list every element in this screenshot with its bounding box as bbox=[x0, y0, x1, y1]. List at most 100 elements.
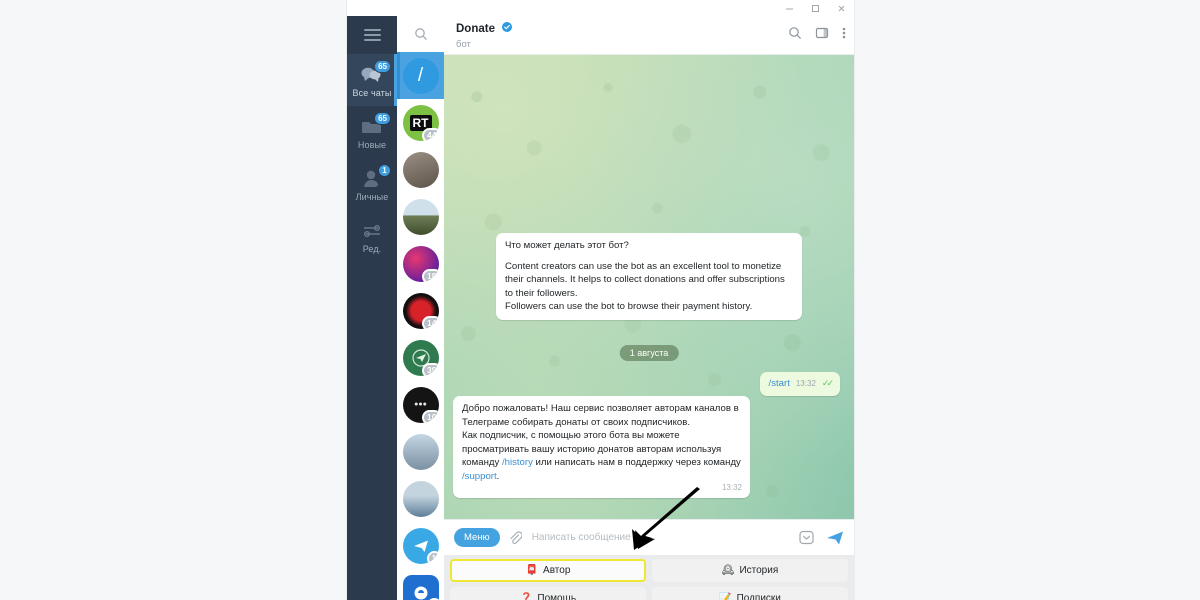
page-title: Donate bbox=[456, 22, 495, 35]
list-item[interactable]: ●●● 10 bbox=[397, 381, 444, 428]
support-command-link[interactable]: /support bbox=[462, 471, 497, 482]
intro-line-3: to their followers. bbox=[505, 287, 578, 299]
list-item[interactable] bbox=[397, 146, 444, 193]
message-input[interactable] bbox=[529, 531, 791, 544]
message-time: 13:32 bbox=[795, 379, 816, 388]
welcome-line-3: Как подписчик, с помощью этого бота вы м… bbox=[462, 430, 680, 442]
message-bubble-welcome[interactable]: Добро пожаловать! Наш сервис позволяет а… bbox=[453, 396, 750, 498]
badge-count: 39 bbox=[422, 362, 439, 376]
search-icon[interactable] bbox=[788, 26, 802, 45]
chats-icon: 65 bbox=[360, 60, 391, 86]
window-titlebar bbox=[347, 0, 854, 16]
intro-question: Что может делать этот бот? bbox=[505, 240, 629, 251]
sidebar-item-label: Ред. bbox=[362, 244, 382, 254]
keyboard-row: 📮 Автор 🕰 История bbox=[450, 559, 848, 582]
reply-keyboard: 📮 Автор 🕰 История ❓ Помощь 📝 Подписки bbox=[444, 555, 854, 600]
keyboard-button-label: Автор bbox=[543, 565, 571, 576]
postbox-emoji: 📮 bbox=[525, 564, 539, 576]
bot-menu-button[interactable]: Меню bbox=[454, 528, 500, 547]
avatar: / bbox=[402, 57, 439, 94]
send-icon[interactable] bbox=[826, 530, 844, 546]
memo-emoji: 📝 bbox=[719, 592, 732, 600]
search-icon[interactable] bbox=[397, 16, 444, 52]
welcome-line-end: . bbox=[496, 471, 500, 483]
sliders-icon bbox=[360, 220, 384, 242]
keyboard-row: ❓ Помощь 📝 Подписки bbox=[450, 587, 848, 600]
keyboard-button-label: История bbox=[739, 565, 779, 576]
close-icon[interactable] bbox=[828, 0, 854, 16]
keyboard-button-history[interactable]: 🕰 История bbox=[652, 559, 848, 582]
sidebar-item-all-chats[interactable]: 65 Все чаты bbox=[347, 54, 397, 106]
badge-count: 44 bbox=[422, 127, 439, 141]
avatar: 18 bbox=[402, 245, 439, 282]
verified-badge-icon bbox=[502, 20, 513, 37]
keyboard-button-label: Помощь bbox=[537, 593, 577, 600]
paperclip-icon[interactable] bbox=[508, 530, 522, 545]
badge-count: 1 bbox=[426, 550, 439, 564]
list-item[interactable]: 14 bbox=[397, 287, 444, 334]
list-item[interactable] bbox=[397, 193, 444, 240]
history-command-link[interactable]: /history bbox=[502, 457, 533, 468]
screen: 65 Все чаты 65 Новые 1 Личные Ред. / RT … bbox=[0, 0, 1200, 600]
welcome-line-1: Добро пожаловать! Наш сервис позволяет а… bbox=[462, 403, 739, 414]
keyboard-button-author[interactable]: 📮 Автор bbox=[450, 559, 646, 582]
chat-list[interactable]: / RT 44 18 14 39 ●●● 10 1 bbox=[397, 16, 444, 600]
welcome-line-5-mid: или написать нам в поддержку через коман… bbox=[532, 457, 741, 469]
avatar: 14 bbox=[402, 292, 439, 329]
welcome-line-2: Телеграме собирать донаты от своих подпи… bbox=[462, 416, 691, 428]
avatar bbox=[402, 433, 439, 470]
intro-line-4: Followers can use the bot to browse thei… bbox=[505, 301, 753, 313]
badge-count: 10 bbox=[422, 409, 439, 423]
intro-line-2: their channels. It helps to collect dona… bbox=[505, 274, 785, 286]
outgoing-text[interactable]: /start bbox=[769, 377, 790, 391]
avatar: 1 bbox=[402, 527, 439, 564]
list-item[interactable] bbox=[397, 428, 444, 475]
chat-title-block: Donate бот bbox=[456, 20, 788, 49]
avatar bbox=[402, 480, 439, 517]
message-time: 13:32 bbox=[721, 483, 742, 493]
avatar: 39 bbox=[402, 339, 439, 376]
keyboard-button-help[interactable]: ❓ Помощь bbox=[450, 587, 646, 600]
emoji-icon[interactable] bbox=[799, 530, 814, 545]
sidebar-item-label: Новые bbox=[357, 140, 387, 150]
message-area[interactable]: Что может делать этот бот? Content creat… bbox=[444, 55, 854, 519]
chat-subtitle: бот bbox=[456, 38, 471, 50]
avatar: RT 44 bbox=[402, 104, 439, 141]
sidebar-item-label: Все чаты bbox=[352, 88, 392, 98]
person-icon: 1 bbox=[360, 164, 391, 190]
list-item[interactable]: 7 bbox=[397, 569, 444, 600]
list-item[interactable]: 39 bbox=[397, 334, 444, 381]
sidebar-item-personal[interactable]: 1 Личные bbox=[347, 158, 397, 210]
avatar bbox=[402, 151, 439, 188]
badge-count: 65 bbox=[374, 60, 391, 73]
keyboard-button-label: Подписки bbox=[736, 593, 781, 600]
hamburger-menu-icon[interactable] bbox=[347, 16, 397, 54]
composer-actions bbox=[799, 530, 844, 546]
question-mark-emoji: ❓ bbox=[519, 592, 533, 600]
telegram-window: 65 Все чаты 65 Новые 1 Личные Ред. / RT … bbox=[347, 0, 854, 600]
list-item[interactable]: / bbox=[397, 52, 444, 99]
avatar: ●●● 10 bbox=[402, 386, 439, 423]
keyboard-button-subscriptions[interactable]: 📝 Подписки bbox=[652, 587, 848, 600]
sidebar-item-new[interactable]: 65 Новые bbox=[347, 106, 397, 158]
welcome-line-4: просматривать вашу историю донатов автор… bbox=[462, 443, 722, 455]
chat-header: Donate бот bbox=[444, 16, 854, 55]
sidebar-item-edit[interactable]: Ред. bbox=[347, 210, 397, 262]
minimize-icon[interactable] bbox=[776, 0, 802, 16]
message-bubble-outgoing[interactable]: /start 13:32 ✓✓ bbox=[759, 372, 840, 396]
folder-icon: 65 bbox=[360, 112, 391, 138]
panel-toggle-icon[interactable] bbox=[815, 26, 829, 45]
avatar bbox=[402, 198, 439, 235]
welcome-line-5-pre: команду bbox=[462, 457, 502, 469]
message-composer: Меню bbox=[444, 519, 854, 555]
list-item[interactable] bbox=[397, 475, 444, 522]
maximize-icon[interactable] bbox=[802, 0, 828, 16]
list-item[interactable]: 1 bbox=[397, 522, 444, 569]
message-bubble-bot-intro[interactable]: Что может делать этот бот? Content creat… bbox=[496, 233, 802, 321]
badge-count: 18 bbox=[422, 268, 439, 282]
badge-count: 1 bbox=[378, 164, 391, 177]
more-menu-icon[interactable] bbox=[842, 26, 846, 45]
list-item[interactable]: 18 bbox=[397, 240, 444, 287]
avatar-initial: / bbox=[417, 64, 424, 86]
list-item[interactable]: RT 44 bbox=[397, 99, 444, 146]
